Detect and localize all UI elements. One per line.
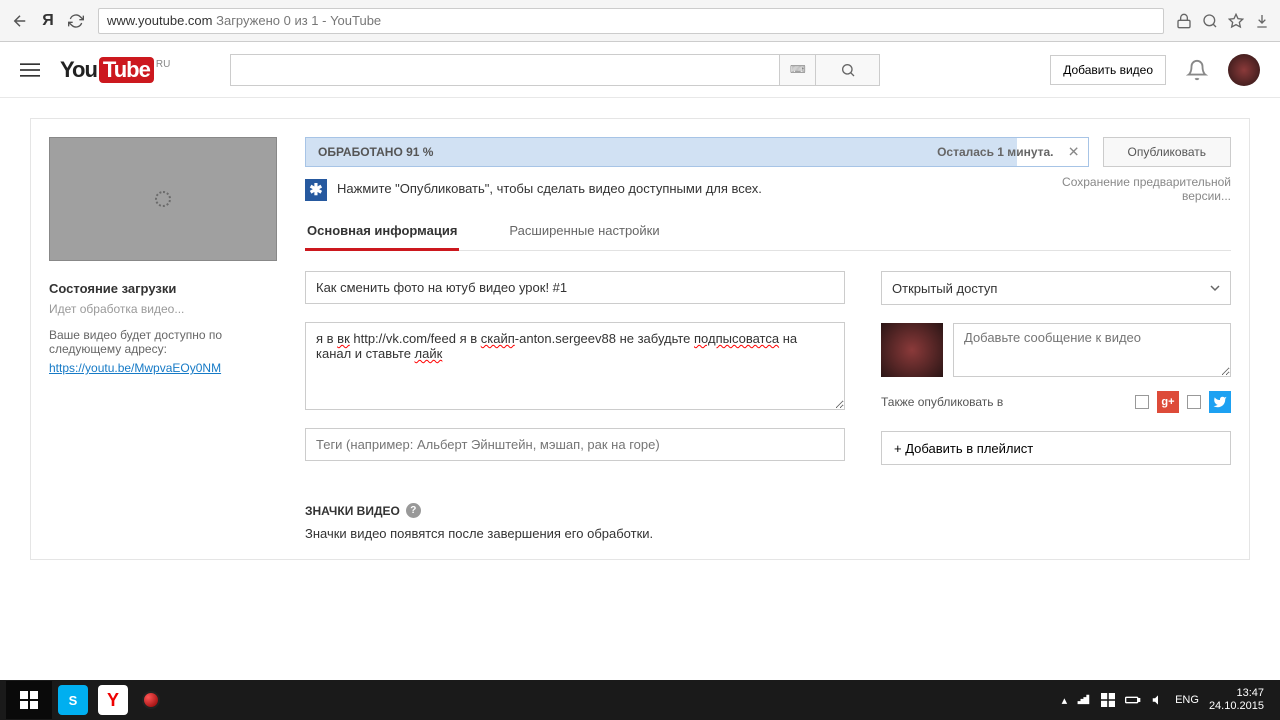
privacy-dropdown[interactable]: Открытый доступ (881, 271, 1231, 305)
google-plus-icon[interactable]: g+ (1157, 391, 1179, 413)
search-button[interactable] (816, 54, 880, 86)
spinner-icon (155, 191, 171, 207)
yandex-taskbar-icon[interactable]: Y (98, 685, 128, 715)
keyboard-icon[interactable]: ⌨ (780, 54, 816, 86)
tab-basic-info[interactable]: Основная информация (305, 213, 459, 251)
language-indicator[interactable]: ENG (1175, 694, 1199, 706)
skype-taskbar-icon[interactable]: S (58, 685, 88, 715)
thumbnails-heading: ЗНАЧКИ ВИДЕО (305, 504, 400, 518)
clock[interactable]: 13:47 24.10.2015 (1209, 687, 1264, 713)
user-avatar[interactable] (1228, 54, 1260, 86)
windows-taskbar: S Y ▴ ENG 13:47 24.10.2015 (0, 680, 1280, 720)
tabs: Основная информация Расширенные настройк… (305, 213, 1231, 251)
tray-up-icon[interactable]: ▴ (1062, 694, 1068, 707)
zoom-icon[interactable] (1202, 13, 1218, 29)
cancel-processing-icon[interactable]: ✕ (1068, 144, 1080, 161)
upload-status-desc: Ваше видео будет доступно по следующему … (49, 328, 279, 356)
url-title: Загружено 0 из 1 - YouTube (213, 13, 382, 28)
start-button[interactable] (6, 681, 52, 719)
thumbnails-desc: Значки видео появятся после завершения е… (305, 526, 845, 541)
search-input[interactable] (230, 54, 780, 86)
also-publish-label: Также опубликовать в (881, 395, 1003, 409)
menu-icon[interactable] (20, 60, 40, 80)
video-title-input[interactable] (305, 271, 845, 304)
progress-label: ОБРАБОТАНО 91 % (318, 145, 433, 159)
action-center-icon[interactable] (1101, 693, 1115, 707)
video-url-link[interactable]: https://youtu.be/MwpvaEOy0NM (49, 361, 221, 375)
upload-status-title: Состояние загрузки (49, 281, 279, 296)
chevron-down-icon (1210, 283, 1220, 293)
tab-advanced[interactable]: Расширенные настройки (507, 213, 661, 250)
video-tags-input[interactable] (305, 428, 845, 461)
back-button[interactable] (10, 11, 30, 31)
twitter-checkbox[interactable] (1187, 395, 1201, 409)
bookmark-star-icon[interactable] (1228, 13, 1244, 29)
url-domain: www.youtube.com (107, 13, 213, 28)
upload-panel: Состояние загрузки Идет обработка видео.… (30, 118, 1250, 560)
twitter-icon[interactable] (1209, 391, 1231, 413)
processing-progress-bar: ОБРАБОТАНО 91 % Осталась 1 минута. ✕ (305, 137, 1089, 167)
battery-icon[interactable] (1125, 693, 1141, 707)
browser-toolbar: Я www.youtube.com Загружено 0 из 1 - You… (0, 0, 1280, 42)
upload-button[interactable]: Добавить видео (1050, 55, 1166, 85)
wifi-icon[interactable] (1077, 693, 1091, 707)
saving-status: Сохранение предварительной версии... (1031, 175, 1231, 203)
youtube-header: YouTube RU ⌨ Добавить видео (0, 42, 1280, 98)
progress-time-remaining: Осталась 1 минута. (937, 145, 1053, 159)
video-description-input[interactable]: я в вк http://vk.com/feed я в скайп-anto… (305, 322, 845, 410)
yandex-letter-icon[interactable]: Я (38, 11, 58, 31)
recorder-taskbar-icon[interactable] (136, 685, 166, 715)
help-icon[interactable]: ? (406, 503, 421, 518)
publish-button[interactable]: Опубликовать (1103, 137, 1231, 167)
download-icon[interactable] (1254, 13, 1270, 29)
volume-icon[interactable] (1151, 693, 1165, 707)
share-message-input[interactable] (953, 323, 1231, 377)
upload-status-subtitle: Идет обработка видео... (49, 302, 279, 316)
privacy-value: Открытый доступ (892, 281, 997, 296)
info-asterisk-icon: ✱ (305, 179, 327, 201)
video-thumbnail-placeholder (49, 137, 277, 261)
address-bar[interactable]: www.youtube.com Загружено 0 из 1 - YouTu… (98, 8, 1164, 34)
share-avatar (881, 323, 943, 377)
notifications-icon[interactable] (1186, 59, 1208, 81)
youtube-logo[interactable]: YouTube RU (60, 57, 170, 83)
lock-icon[interactable] (1176, 13, 1192, 29)
publish-hint: Нажмите "Опубликовать", чтобы сделать ви… (337, 179, 762, 196)
google-plus-checkbox[interactable] (1135, 395, 1149, 409)
region-label: RU (156, 59, 170, 70)
add-to-playlist-button[interactable]: + Добавить в плейлист (881, 431, 1231, 465)
reload-button[interactable] (66, 11, 86, 31)
